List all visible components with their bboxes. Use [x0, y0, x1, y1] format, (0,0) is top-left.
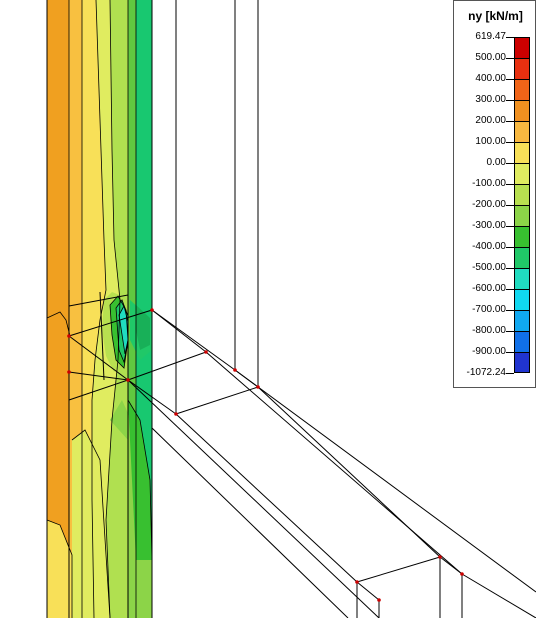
legend-swatch	[514, 289, 530, 310]
legend-tick	[506, 58, 514, 59]
legend-tick	[506, 373, 514, 374]
legend-swatch	[514, 205, 530, 226]
legend-swatch	[514, 100, 530, 121]
legend-label: -200.00	[472, 199, 506, 210]
legend-tick	[506, 226, 514, 227]
legend-label: 300.00	[475, 94, 506, 105]
legend-swatch	[514, 331, 530, 352]
legend-tick	[506, 79, 514, 80]
legend-tick	[506, 121, 514, 122]
legend-swatch	[514, 142, 530, 163]
legend-swatch	[514, 184, 530, 205]
legend-tick	[506, 205, 514, 206]
legend-label: -1072.24	[466, 367, 506, 378]
legend-swatch	[514, 310, 530, 331]
legend-swatch	[514, 163, 530, 184]
color-legend: ny [kN/m] 619.47 500.00 400.00 300.00 200.00…	[453, 0, 536, 388]
legend-tick	[506, 142, 514, 143]
legend-tick	[506, 310, 514, 311]
legend-label: 100.00	[475, 136, 506, 147]
legend-label: 400.00	[475, 73, 506, 84]
legend-label: -100.00	[472, 178, 506, 189]
legend-label: 0.00	[486, 157, 506, 168]
legend-label: -300.00	[472, 220, 506, 231]
legend-label: -600.00	[472, 283, 506, 294]
legend-tick	[506, 268, 514, 269]
legend-tick	[506, 37, 514, 38]
legend-swatch	[514, 247, 530, 268]
legend-swatch	[514, 121, 530, 142]
legend-swatch	[514, 79, 530, 100]
legend-tick	[506, 331, 514, 332]
legend-label: -800.00	[472, 325, 506, 336]
legend-label: 619.47	[475, 31, 506, 42]
legend-swatch	[514, 58, 530, 79]
legend-swatch	[514, 268, 530, 289]
legend-swatch	[514, 226, 530, 247]
legend-label: 200.00	[475, 115, 506, 126]
legend-label: 500.00	[475, 52, 506, 63]
legend-label: -400.00	[472, 241, 506, 252]
legend-title: ny [kN/m]	[468, 9, 523, 23]
legend-tick	[506, 289, 514, 290]
legend-tick	[506, 163, 514, 164]
legend-swatch	[514, 352, 530, 373]
legend-tick	[506, 100, 514, 101]
legend-label: -700.00	[472, 304, 506, 315]
legend-swatch	[514, 37, 530, 58]
legend-tick	[506, 352, 514, 353]
legend-tick	[506, 184, 514, 185]
legend-tick	[506, 247, 514, 248]
legend-label: -900.00	[472, 346, 506, 357]
legend-label: -500.00	[472, 262, 506, 273]
